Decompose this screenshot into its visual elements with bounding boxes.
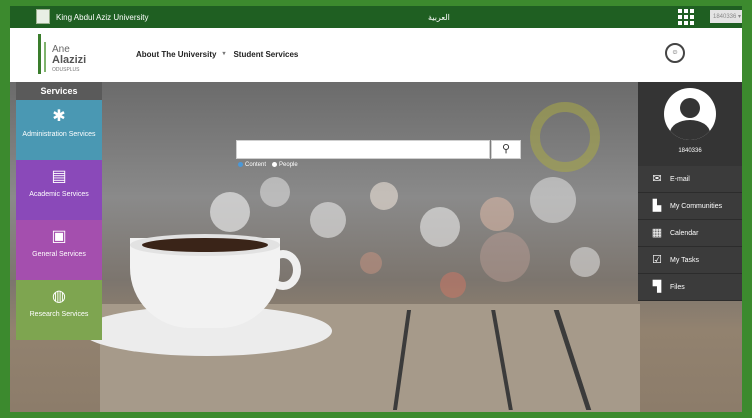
files-icon: ▜: [652, 281, 662, 293]
top-bar: King Abdul Aziz University العربية 18403…: [10, 6, 742, 28]
academic-services-button[interactable]: ▤ Academic Services: [16, 160, 102, 220]
user-id: 1840336: [678, 148, 702, 154]
chat-icon[interactable]: ☺: [665, 43, 685, 63]
logo-text-line2: Alazizi: [52, 54, 87, 66]
search-button[interactable]: ⚲: [491, 140, 521, 159]
app-launcher-icon[interactable]: [678, 9, 694, 25]
arabic-language-link[interactable]: العربية: [428, 13, 450, 22]
site-logo[interactable]: Ane Alazizi ODUSPLUS: [30, 32, 88, 78]
main-nav: About The University ▾ Student Services: [136, 50, 298, 59]
administration-services-button[interactable]: ✱ Administration Services: [16, 100, 102, 160]
my-communities-link[interactable]: ▙ My Communities: [638, 193, 742, 220]
research-services-button[interactable]: ◍ Research Services: [16, 280, 102, 340]
files-link[interactable]: ▜ Files: [638, 274, 742, 301]
user-menu-dropdown[interactable]: 1840336 ▾: [710, 10, 742, 23]
scope-people-option[interactable]: People: [272, 162, 298, 168]
quick-links-panel: ✉ E-mail ▙ My Communities ▦ Calendar ☑ M…: [638, 166, 742, 301]
search-input[interactable]: [236, 140, 490, 159]
nav-student-services[interactable]: Student Services: [233, 50, 298, 59]
profile-panel: 1840336: [638, 82, 742, 166]
hero-background: ⚲ Content People: [10, 82, 742, 412]
calendar-icon: ▦: [651, 227, 663, 239]
university-name-link[interactable]: King Abdul Aziz University: [56, 13, 149, 22]
search-icon: ⚲: [501, 143, 511, 155]
communities-icon: ▙: [652, 200, 662, 212]
admin-icon: ✱: [52, 108, 66, 125]
search-scope: Content People: [238, 162, 298, 168]
services-title: Services: [16, 82, 102, 100]
email-link[interactable]: ✉ E-mail: [638, 166, 742, 193]
calendar-link[interactable]: ▦ Calendar: [638, 220, 742, 247]
services-sidebar: Services ✱ Administration Services ▤ Aca…: [16, 82, 102, 340]
avatar[interactable]: [664, 88, 716, 140]
academic-icon: ▤: [51, 168, 67, 185]
logo-text-line3: ODUSPLUS: [52, 67, 80, 73]
nav-about-university[interactable]: About The University: [136, 50, 216, 59]
general-icon: ▣: [51, 228, 67, 245]
site-header: Ane Alazizi ODUSPLUS About The Universit…: [10, 28, 742, 82]
general-services-button[interactable]: ▣ General Services: [16, 220, 102, 280]
tasks-icon: ☑: [652, 254, 662, 266]
mail-icon: ✉: [652, 173, 662, 185]
page-frame: King Abdul Aziz University العربية 18403…: [10, 6, 742, 412]
chevron-down-icon[interactable]: ▾: [222, 50, 225, 59]
scope-content-option[interactable]: Content: [238, 162, 266, 168]
university-logo-icon[interactable]: [36, 9, 50, 24]
my-tasks-link[interactable]: ☑ My Tasks: [638, 247, 742, 274]
research-icon: ◍: [52, 288, 66, 305]
